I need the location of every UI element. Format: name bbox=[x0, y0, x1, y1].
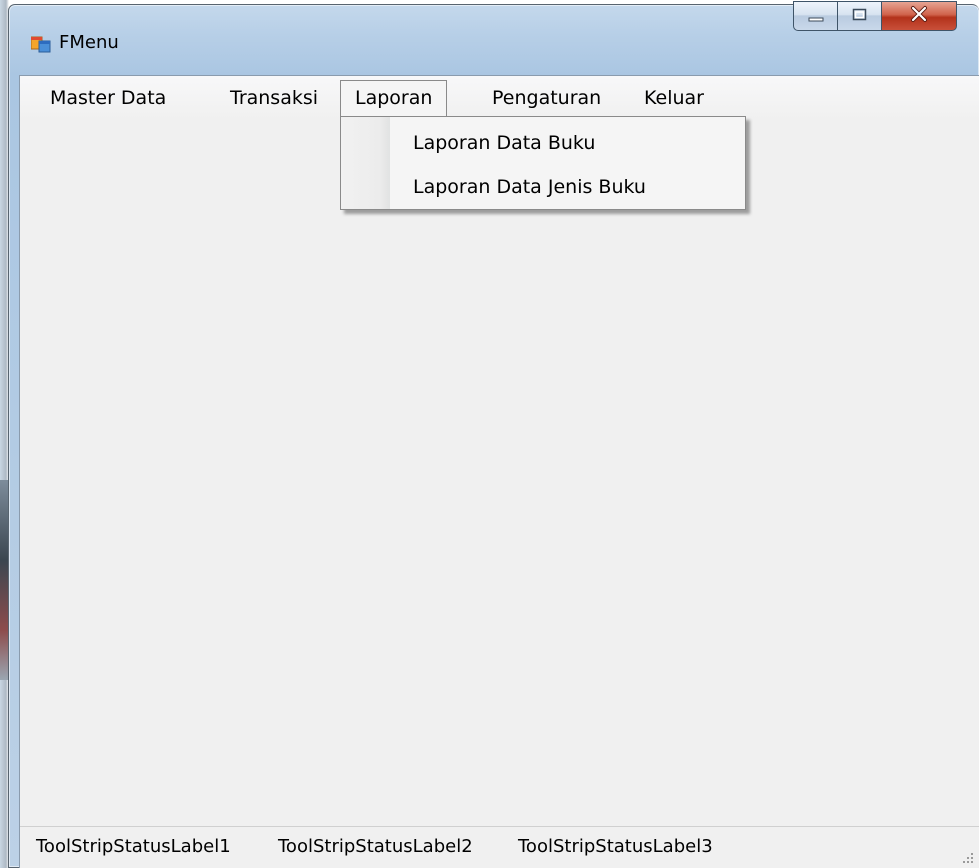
minimize-button[interactable] bbox=[793, 1, 837, 31]
fmenu-window: FMenu Master Data Transaksi Laporan Peng… bbox=[8, 1, 979, 868]
status-label-3: ToolStripStatusLabel3 bbox=[518, 836, 713, 857]
menu-pengaturan[interactable]: Pengaturan bbox=[480, 82, 613, 114]
menu-keluar[interactable]: Keluar bbox=[632, 82, 716, 114]
menu-master-data[interactable]: Master Data bbox=[38, 82, 178, 114]
window-title: FMenu bbox=[59, 32, 119, 53]
menu-item-laporan-data-jenis-buku[interactable]: Laporan Data Jenis Buku bbox=[413, 175, 646, 199]
menu-transaksi[interactable]: Transaksi bbox=[218, 82, 330, 114]
status-label-1: ToolStripStatusLabel1 bbox=[36, 836, 231, 857]
size-grip-icon[interactable] bbox=[960, 849, 974, 863]
maximize-button[interactable] bbox=[837, 1, 881, 31]
status-label-2: ToolStripStatusLabel2 bbox=[278, 836, 473, 857]
client-area: Master Data Transaksi Laporan Pengaturan… bbox=[19, 75, 979, 868]
minimize-icon bbox=[808, 7, 824, 26]
maximize-icon bbox=[852, 7, 868, 26]
menu-laporan[interactable]: Laporan bbox=[340, 80, 448, 116]
app-form-icon bbox=[30, 35, 51, 53]
close-icon bbox=[909, 5, 929, 27]
background-window-edge bbox=[0, 480, 8, 680]
close-button[interactable] bbox=[881, 1, 957, 31]
laporan-dropdown-menu: Laporan Data Buku Laporan Data Jenis Buk… bbox=[340, 116, 746, 210]
menu-item-laporan-data-buku[interactable]: Laporan Data Buku bbox=[413, 131, 595, 155]
title-bar[interactable]: FMenu bbox=[9, 1, 979, 79]
caption-buttons bbox=[793, 1, 979, 35]
menu-bar: Master Data Transaksi Laporan Pengaturan… bbox=[20, 76, 979, 120]
status-strip: ToolStripStatusLabel1 ToolStripStatusLab… bbox=[20, 826, 979, 868]
screen: FMenu Master Data Transaksi Laporan Peng… bbox=[0, 0, 979, 868]
dropdown-icon-gutter bbox=[341, 117, 390, 209]
